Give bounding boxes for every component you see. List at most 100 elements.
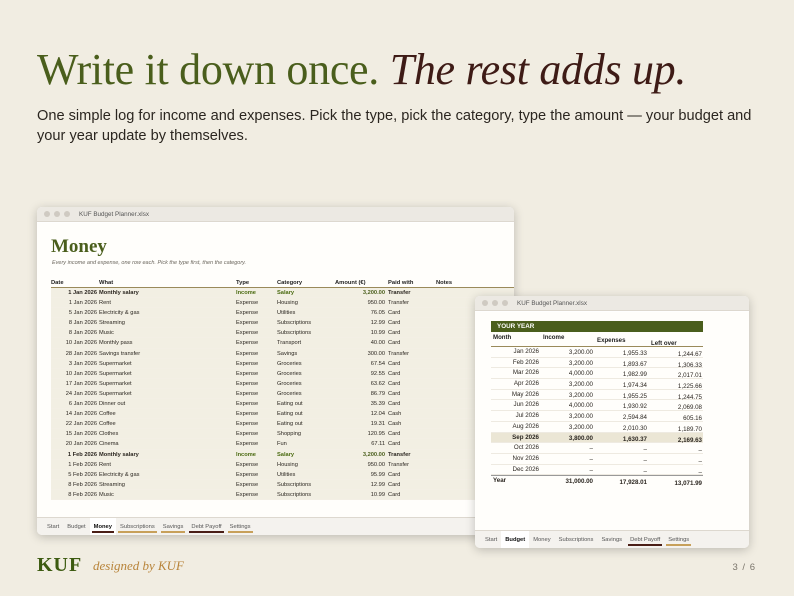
table-row[interactable]: Mar 2026 4,000.00 1,982.99 2,017.01 — [491, 368, 703, 379]
tab-settings[interactable]: Settings — [664, 531, 693, 549]
table-row[interactable]: 1 Jan 2026 Rent Expense Housing 950.00 Transf… — [51, 298, 514, 309]
tab-savings[interactable]: Savings — [159, 518, 188, 536]
cell-paid-with: Card — [388, 431, 401, 438]
cell-category: Salary — [277, 290, 295, 296]
cell-month: Jan 2026 — [513, 348, 539, 355]
col-header-income[interactable]: Income — [543, 334, 564, 341]
cell-income: 3,200.00 — [568, 349, 593, 356]
cell-amount: 86.79 — [370, 390, 385, 397]
table-row[interactable]: 10 Jan 2026 Supermarket Expense Groceries 92… — [51, 368, 514, 379]
tab-money[interactable]: Money — [529, 531, 554, 549]
table-row[interactable]: Apr 2026 3,200.00 1,974.34 1,225.66 — [491, 379, 703, 390]
col-header-left-over[interactable]: Left over — [651, 340, 677, 347]
total-expenses: 17,928.01 — [619, 479, 647, 487]
col-header-category[interactable]: Category — [277, 280, 302, 286]
close-window-icon[interactable] — [482, 300, 488, 306]
table-row[interactable]: Jul 2026 3,200.00 2,594.84 605.16 — [491, 411, 703, 422]
tab-subscriptions[interactable]: Subscriptions — [116, 518, 159, 536]
cell-expenses: 1,893.67 — [622, 360, 647, 368]
tab-start[interactable]: Start — [481, 531, 501, 549]
table-row[interactable]: 1 Feb 2026 Monthly salary Income Salary 3,20… — [51, 449, 514, 460]
window-title: KUF Budget Planner.xlsx — [79, 210, 150, 218]
cell-month: Jul 2026 — [515, 412, 539, 420]
table-row[interactable]: 1 Jan 2026 Monthly salary Income Salary 3,20… — [51, 288, 514, 299]
cell-amount: 67.54 — [370, 360, 385, 367]
table-row[interactable]: Feb 2026 3,200.00 1,893.67 1,306.33 — [491, 358, 703, 369]
table-row[interactable]: 24 Jan 2026 Supermarket Expense Groceries 86… — [51, 388, 514, 400]
cell-amount: 12.99 — [370, 481, 385, 488]
money-sheet: Money Every income and expense, one row … — [37, 223, 514, 517]
tab-money[interactable]: Money — [89, 517, 116, 535]
tab-settings[interactable]: Settings — [226, 518, 255, 536]
cell-what: Coffee — [99, 411, 116, 418]
cell-amount: 40.00 — [370, 340, 385, 347]
close-window-icon[interactable] — [44, 211, 50, 217]
table-row[interactable]: 3 Jan 2026 Supermarket Expense Groceries 67.… — [51, 358, 514, 369]
col-header-type[interactable]: Type — [236, 280, 249, 286]
cell-date: 15 Jan 2026 — [65, 431, 97, 438]
table-row[interactable]: Sep 2026 3,800.00 1,630.37 2,169.63 — [491, 432, 703, 444]
cell-amount: 95.99 — [370, 471, 385, 478]
cell-paid-with: Transfer — [388, 461, 409, 468]
year-total-row[interactable]: Year 31,000.00 17,928.01 13,071.99 — [491, 475, 703, 489]
cell-type: Expense — [236, 491, 259, 498]
col-header-month[interactable]: Month — [493, 334, 511, 341]
table-row[interactable]: 28 Jan 2026 Savings transfer Expense Saving… — [51, 348, 514, 359]
tab-subscriptions[interactable]: Subscriptions — [555, 531, 598, 549]
table-row[interactable]: Jun 2026 4,000.00 1,930.92 2,069.08 — [491, 400, 703, 411]
cell-what: Supermarket — [99, 370, 132, 377]
cell-category: Savings — [277, 350, 298, 357]
table-row[interactable]: 22 Jan 2026 Coffee Expense Eating out 19.31 C… — [51, 419, 514, 430]
cell-month: Mar 2026 — [512, 369, 539, 377]
table-row[interactable]: 1 Feb 2026 Rent Expense Housing 950.00 Transf… — [51, 459, 514, 470]
table-row[interactable]: 17 Jan 2026 Supermarket Expense Groceries 63… — [51, 378, 514, 389]
tab-debt-payoff[interactable]: Debt Payoff — [626, 531, 664, 549]
table-row[interactable]: Dec 2026– – – — [491, 465, 703, 476]
cell-month: Feb 2026 — [512, 358, 539, 366]
table-row[interactable]: 6 Jan 2026 Dinner out Expense Eating out 35.… — [51, 399, 514, 410]
table-row[interactable]: 8 Jan 2026 Music Expense Subscriptions 10.99… — [51, 328, 514, 339]
col-header-date[interactable]: Date — [51, 280, 97, 286]
maximize-window-icon[interactable] — [502, 300, 508, 306]
table-row[interactable]: 14 Jan 2026 Coffee Expense Eating out 12.04 C… — [51, 409, 514, 420]
table-row[interactable]: Nov 2026– – – — [491, 454, 703, 465]
col-header-what[interactable]: What — [99, 280, 113, 286]
cell-expenses: 1,955.25 — [622, 392, 647, 400]
tab-debt-payoff[interactable]: Debt Payoff — [187, 518, 225, 536]
tab-savings[interactable]: Savings — [597, 531, 626, 549]
table-row[interactable]: Oct 2026– – – — [491, 443, 703, 454]
table-row[interactable]: Aug 2026 3,200.00 2,010.30 1,189.70 — [491, 422, 703, 433]
tab-budget[interactable]: Budget — [501, 530, 530, 548]
your-year-header: YOUR YEAR — [491, 321, 703, 332]
col-header-notes[interactable]: Notes — [436, 280, 452, 286]
col-header-paid-with[interactable]: Paid with — [388, 280, 413, 286]
year-table: Month Income Expenses Left over Jan 2026… — [491, 332, 703, 489]
maximize-window-icon[interactable] — [64, 211, 70, 217]
col-header-amount[interactable]: Amount (€) — [335, 280, 385, 286]
cell-month: Oct 2026 — [513, 444, 539, 452]
table-row[interactable]: 8 Feb 2026 Music Expense Subscriptions 10.99… — [51, 489, 514, 500]
cell-amount: 120.95 — [367, 431, 385, 438]
table-row[interactable]: May 2026 3,200.00 1,955.25 1,244.75 — [491, 390, 703, 401]
cell-category: Subscriptions — [277, 320, 312, 327]
cell-category: Utilities — [277, 471, 296, 478]
cell-paid-with: Transfer — [388, 451, 411, 458]
table-row[interactable]: 8 Feb 2026 Streaming Expense Subscriptions 1… — [51, 479, 514, 490]
table-row[interactable]: 5 Jan 2026 Electricity & gas Expense Utilit… — [51, 308, 514, 319]
table-row[interactable]: 10 Jan 2026 Monthly pass Expense Transport 4… — [51, 338, 514, 349]
window-title: KUF Budget Planner.xlsx — [517, 299, 588, 307]
minimize-window-icon[interactable] — [54, 211, 60, 217]
tab-budget[interactable]: Budget — [63, 518, 89, 536]
table-row[interactable]: 20 Jan 2026 Cinema Expense Fun 67.11 Card — [51, 439, 514, 450]
col-header-expenses[interactable]: Expenses — [597, 337, 625, 344]
minimize-window-icon[interactable] — [492, 300, 498, 306]
table-row[interactable]: Jan 2026 3,200.00 1,955.33 1,244.67 — [491, 347, 703, 358]
tab-start[interactable]: Start — [43, 518, 63, 536]
table-row[interactable]: 5 Feb 2026 Electricity & gas Expense Utilit… — [51, 469, 514, 480]
table-row[interactable]: 8 Jan 2026 Streaming Expense Subscriptions 1… — [51, 318, 514, 329]
cell-what: Supermarket — [99, 380, 132, 387]
cell-amount: 67.11 — [371, 441, 385, 448]
cell-income: 4,000.00 — [568, 370, 593, 378]
table-row[interactable]: 15 Jan 2026 Clothes Expense Shopping 120.95 C… — [51, 429, 514, 440]
money-table-header: Date What Type Category Amount (€) Paid … — [51, 278, 514, 288]
